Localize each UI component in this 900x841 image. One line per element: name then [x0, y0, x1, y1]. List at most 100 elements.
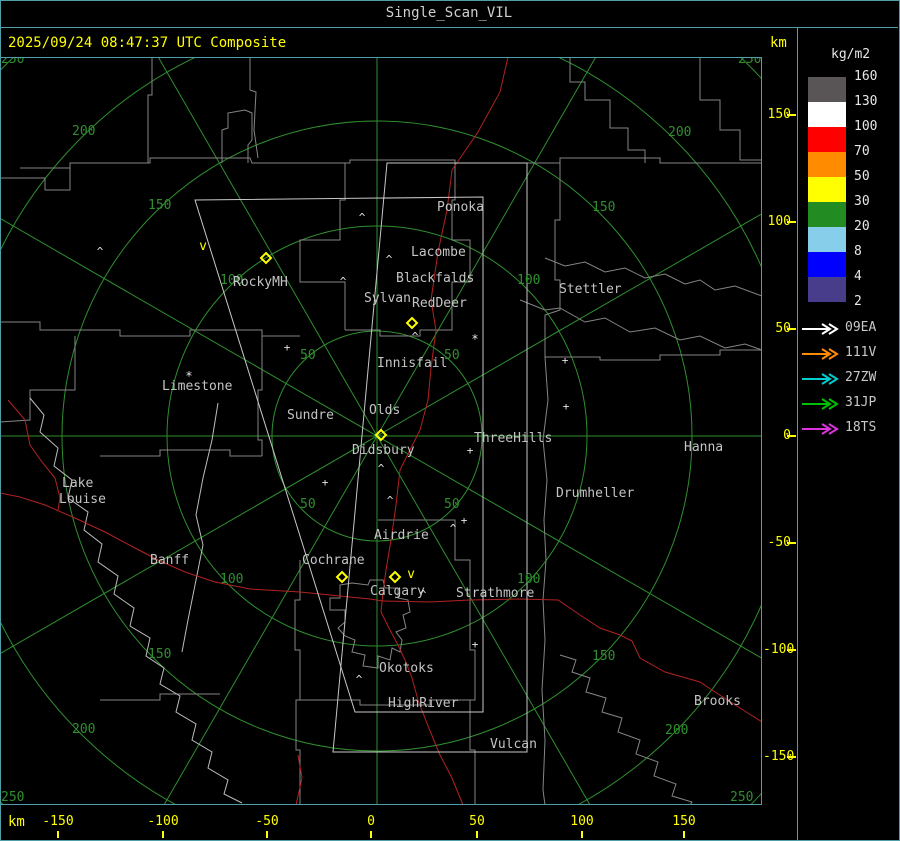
- town-caret-marker: ^: [359, 211, 366, 224]
- radar-site-arrow-icon: [801, 371, 841, 390]
- colorscale-unit-label: kg/m2: [831, 47, 871, 62]
- county-boundary: [249, 57, 259, 159]
- range-ring-label: 50: [300, 348, 316, 363]
- city-label: Drumheller: [556, 486, 634, 501]
- town-plus-marker: +: [563, 400, 570, 413]
- bottom-axis-tick-label: -100: [147, 814, 179, 829]
- range-ring-label: 200: [72, 722, 95, 737]
- county-boundary: [469, 600, 476, 805]
- colorscale-value: 100: [854, 119, 878, 134]
- town-caret-marker: ^: [412, 330, 419, 343]
- town-caret-marker: ^: [386, 253, 393, 266]
- colorscale-value: 30: [854, 194, 870, 209]
- city-label: Limestone: [162, 379, 233, 394]
- range-ring-label: 200: [72, 124, 95, 139]
- range-ring-label: 250: [730, 790, 753, 805]
- bottom-axis-tick-label: 50: [469, 814, 485, 829]
- bottom-axis-tick-mark: [476, 831, 478, 838]
- bottom-axis-tick-label: 100: [570, 814, 594, 829]
- county-boundary: [294, 560, 301, 805]
- range-ring-label: 50: [300, 497, 316, 512]
- county-boundary: [569, 57, 646, 163]
- town-caret-marker: ^: [97, 245, 104, 258]
- highway: [0, 492, 384, 602]
- colorscale-swatch: [808, 77, 846, 102]
- storm-vector-marker: v: [199, 239, 207, 254]
- town-caret-marker: ^: [387, 494, 394, 507]
- range-ring-label: 100: [517, 273, 540, 288]
- colorscale-value: 50: [854, 169, 870, 184]
- town-plus-marker: +: [562, 354, 569, 367]
- range-ring-label: 150: [592, 200, 615, 215]
- header-row: 2025/09/24 08:47:37 UTC Composite: [0, 28, 762, 57]
- county-boundary: [0, 168, 71, 191]
- city-label: Didsbury: [352, 443, 415, 458]
- city-label: Brooks: [694, 694, 741, 709]
- right-axis-tick-mark: [787, 221, 796, 223]
- colorscale-swatch: [808, 127, 846, 152]
- radar-site-id: 31JP: [845, 395, 877, 410]
- city-label: Sundre: [287, 408, 334, 423]
- provincial-boundary: [29, 397, 243, 804]
- radar-site-id: 111V: [845, 345, 877, 360]
- county-boundary: [147, 57, 153, 163]
- county-boundary: [299, 163, 346, 330]
- county-boundary: [257, 336, 263, 456]
- colorscale-value: 70: [854, 144, 870, 159]
- city-label: Sylvan: [364, 291, 411, 306]
- city-label: Lake: [62, 476, 93, 491]
- city-label: Louise: [59, 492, 106, 507]
- city-label: Strathmore: [456, 586, 534, 601]
- radar-site-arrow-icon: [801, 321, 841, 340]
- county-boundary: [544, 163, 561, 357]
- 27zw-arrow-icon: [802, 373, 839, 385]
- provincial-boundary: [181, 402, 219, 653]
- city-label: RedDeer: [412, 296, 467, 311]
- right-axis-tick-mark: [787, 649, 796, 651]
- bottom-axis-tick-label: -50: [255, 814, 279, 829]
- city-label: Calgary: [370, 584, 425, 599]
- colorscale-swatch: [808, 252, 846, 277]
- town-caret-marker: ^: [420, 588, 427, 601]
- town-plus-marker: +: [467, 444, 474, 457]
- bottom-axis-unit-label: km: [8, 814, 25, 830]
- city-label: HighRiver: [388, 696, 459, 711]
- town-caret-marker: ^: [450, 522, 457, 535]
- city-label: Okotoks: [379, 661, 434, 676]
- highway: [295, 754, 303, 805]
- range-ring-label: 250: [738, 57, 761, 67]
- town-plus-marker: +: [284, 341, 291, 354]
- city-label: Airdrie: [374, 528, 429, 543]
- colorscale-value: 4: [854, 269, 862, 284]
- city-label: Banff: [150, 553, 189, 568]
- city-label: Cochrane: [302, 553, 365, 568]
- 09ea-arrow-icon: [802, 323, 839, 335]
- town-asterisk-marker: *: [471, 332, 478, 346]
- right-axis-unit-label: km: [770, 35, 787, 51]
- town-caret-marker: ^: [378, 462, 385, 475]
- colorscale-swatch: [808, 277, 846, 302]
- right-axis-tick-mark: [787, 435, 796, 437]
- city-label: RockyMH: [233, 275, 288, 290]
- city-label: Blackfalds: [396, 271, 474, 286]
- colorscale-value: 20: [854, 219, 870, 234]
- radar-site-arrow-icon: [801, 421, 841, 440]
- county-boundary: [545, 349, 762, 361]
- city-label: Innisfail: [377, 356, 447, 371]
- colorscale-swatch: [808, 202, 846, 227]
- colorscale-value: 160: [854, 69, 878, 84]
- colorscale-swatch: [808, 152, 846, 177]
- range-ring-label: 250: [1, 57, 24, 67]
- city-label: Olds: [369, 403, 400, 418]
- storm-vector-marker: v: [407, 567, 415, 582]
- radar-site-diamond-icon: [335, 570, 349, 584]
- county-boundary: [100, 449, 262, 457]
- range-ring-label: 150: [148, 198, 171, 213]
- scan-timestamp: 2025/09/24 08:47:37 UTC Composite: [8, 35, 287, 51]
- county-boundary: [541, 356, 549, 805]
- bottom-axis-tick-label: 0: [367, 814, 375, 829]
- county-boundary: [519, 299, 762, 351]
- city-label: Ponoka: [437, 200, 484, 215]
- city-label: Vulcan: [490, 737, 537, 752]
- county-boundary: [221, 109, 253, 163]
